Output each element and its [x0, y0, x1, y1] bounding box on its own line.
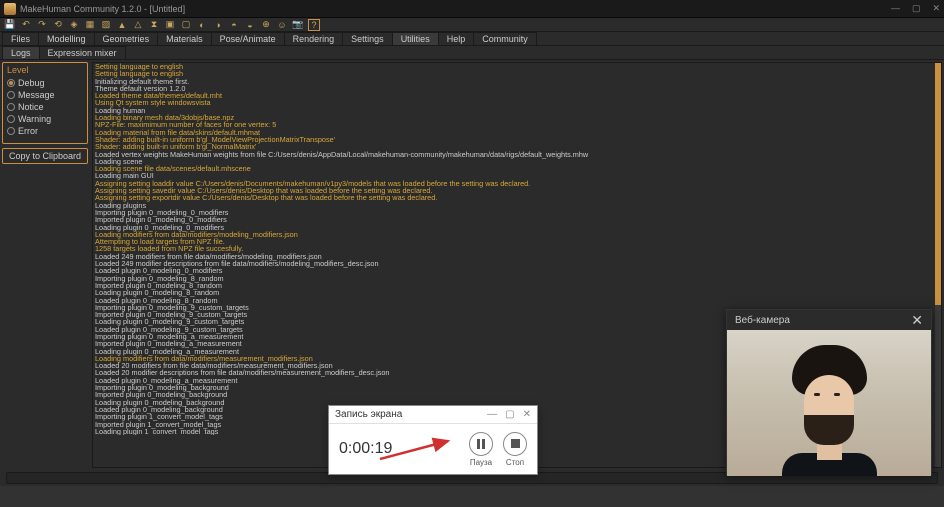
scrollbar-track[interactable]	[935, 63, 941, 467]
tab-settings[interactable]: Settings	[342, 32, 393, 45]
webcam-feed	[727, 330, 931, 476]
log-line: Loaded vertex weights MakeHuman weights …	[95, 151, 933, 158]
app-icon	[4, 3, 16, 15]
tab-modelling[interactable]: Modelling	[38, 32, 95, 45]
main-tabs: FilesModellingGeometriesMaterialsPose/An…	[0, 32, 944, 46]
tab-rendering[interactable]: Rendering	[284, 32, 344, 45]
toolbar-global-icon[interactable]: ⊕	[260, 19, 272, 31]
log-line: Assigning setting exportdir value C:/Use…	[95, 194, 933, 201]
toolbar: 💾 ↶ ↷ ⟲ ◈ ▦ ▨ ▲ △ ⧗ ▣ ▢ ◐ ◑ ◓ ◒ ⊕ ☺ 📷 ?	[0, 18, 944, 32]
level-option-warning[interactable]: Warning	[7, 113, 83, 125]
tab-materials[interactable]: Materials	[157, 32, 212, 45]
log-line: Setting language to english	[95, 63, 933, 70]
recorder-stop-button[interactable]: Стоп	[503, 432, 527, 467]
recorder-pause-button[interactable]: Пауза	[469, 432, 493, 467]
tab-utilities[interactable]: Utilities	[392, 32, 439, 45]
recorder-maximize-button[interactable]: ▢	[505, 409, 514, 420]
toolbar-help-icon[interactable]: ?	[308, 19, 320, 31]
log-line: Loaded theme data/themes/default.mht	[95, 92, 933, 99]
toolbar-save-icon[interactable]: 💾	[4, 19, 16, 31]
webcam-window[interactable]: Веб-камера ✕	[726, 309, 932, 475]
toolbar-bg-icon[interactable]: ▨	[100, 19, 112, 31]
log-line: Loading scene file data/scenes/default.m…	[95, 165, 933, 172]
scrollbar-thumb[interactable]	[935, 63, 941, 305]
toolbar-redo-icon[interactable]: ↷	[36, 19, 48, 31]
screen-recorder-window[interactable]: Запись экрана — ▢ ✕ 0:00:19 Пауза Стоп	[328, 405, 538, 475]
toolbar-top-icon[interactable]: ◓	[228, 19, 240, 31]
webcam-title: Веб-камера	[735, 315, 790, 326]
toolbar-cam-icon[interactable]: 📷	[292, 19, 304, 31]
tab-pose-animate[interactable]: Pose/Animate	[211, 32, 285, 45]
webcam-titlebar[interactable]: Веб-камера ✕	[727, 310, 931, 330]
recorder-titlebar[interactable]: Запись экрана — ▢ ✕	[329, 406, 537, 424]
level-option-error[interactable]: Error	[7, 125, 83, 137]
toolbar-reset-icon[interactable]: ⟲	[52, 19, 64, 31]
toolbar-sym-icon[interactable]: ⧗	[148, 19, 160, 31]
recorder-title: Запись экрана	[335, 409, 402, 420]
log-line: Imported plugin 0_modeling_8_random	[95, 282, 933, 289]
level-title: Level	[7, 65, 83, 75]
recorder-minimize-button[interactable]: —	[487, 409, 497, 420]
webcam-close-button[interactable]: ✕	[911, 312, 923, 329]
level-panel: Level DebugMessageNoticeWarningError	[2, 62, 88, 144]
log-line: Using Qt system style windowsvista	[95, 99, 933, 106]
level-option-message[interactable]: Message	[7, 89, 83, 101]
tab-help[interactable]: Help	[438, 32, 475, 45]
minimize-button[interactable]: —	[891, 3, 900, 14]
level-option-debug[interactable]: Debug	[7, 77, 83, 89]
toolbar-face-icon[interactable]: ☺	[276, 19, 288, 31]
toolbar-skel-icon[interactable]: △	[132, 19, 144, 31]
toolbar-front-icon[interactable]: ▣	[164, 19, 176, 31]
toolbar-wire-icon[interactable]: ▦	[84, 19, 96, 31]
subtab-logs[interactable]: Logs	[2, 46, 40, 59]
tab-community[interactable]: Community	[473, 32, 537, 45]
titlebar: MakeHuman Community 1.2.0 - [Untitled] —…	[0, 0, 944, 18]
level-option-notice[interactable]: Notice	[7, 101, 83, 113]
log-line: Setting language to english	[95, 70, 933, 77]
tab-files[interactable]: Files	[2, 32, 39, 45]
subtab-expression-mixer[interactable]: Expression mixer	[39, 46, 126, 59]
maximize-button[interactable]: ▢	[912, 3, 921, 14]
log-line: Loading plugin 0_modeling_8_random	[95, 289, 933, 296]
close-button[interactable]: ✕	[932, 3, 940, 14]
toolbar-bot-icon[interactable]: ◒	[244, 19, 256, 31]
left-panel: Level DebugMessageNoticeWarningError Cop…	[0, 60, 90, 470]
toolbar-pose-icon[interactable]: ▲	[116, 19, 128, 31]
tab-geometries[interactable]: Geometries	[94, 32, 159, 45]
toolbar-right-icon[interactable]: ◑	[212, 19, 224, 31]
log-line: Initializing default theme first.	[95, 78, 933, 85]
window-title: MakeHuman Community 1.2.0 - [Untitled]	[20, 4, 185, 14]
toolbar-undo-icon[interactable]: ↶	[20, 19, 32, 31]
toolbar-smooth-icon[interactable]: ◈	[68, 19, 80, 31]
recorder-close-button[interactable]: ✕	[523, 409, 531, 420]
copy-clipboard-button[interactable]: Copy to Clipboard	[2, 148, 88, 164]
toolbar-left-icon[interactable]: ◐	[196, 19, 208, 31]
sub-tabs: LogsExpression mixer	[0, 46, 944, 60]
recorder-time: 0:00:19	[339, 440, 459, 458]
toolbar-back-icon[interactable]: ▢	[180, 19, 192, 31]
